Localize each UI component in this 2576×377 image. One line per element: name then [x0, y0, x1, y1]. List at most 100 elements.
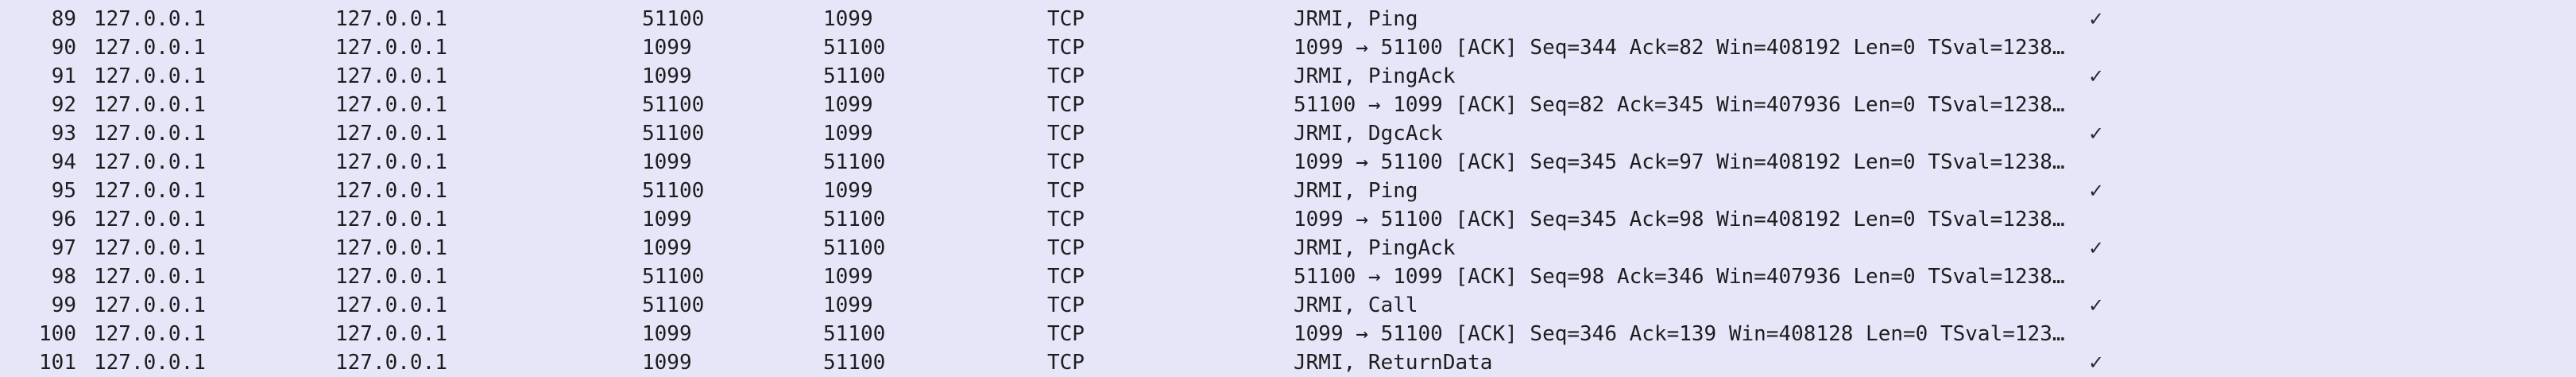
packet-number: 98 [51, 265, 76, 289]
packet-destination-port: 51100 [823, 36, 886, 60]
packet-row[interactable]: 93 127.0.0.1 127.0.0.1 51100 1099 TCP JRMI, Dg… [0, 119, 2576, 148]
packet-number: 101 [39, 351, 76, 375]
check-icon: ✓ [2088, 122, 2104, 145]
packet-info: JRMI, Ping [1294, 7, 1418, 31]
packet-source-port: 1099 [642, 236, 692, 260]
packet-number: 100 [39, 322, 76, 346]
packet-source: 127.0.0.1 [94, 122, 206, 146]
packet-protocol: TCP [1047, 293, 1085, 317]
packet-destination-port: 1099 [823, 179, 873, 203]
packet-destination: 127.0.0.1 [335, 351, 447, 375]
packet-number: 89 [51, 7, 76, 31]
packet-destination-port: 51100 [823, 322, 886, 346]
packet-destination: 127.0.0.1 [335, 122, 447, 146]
packet-source: 127.0.0.1 [94, 36, 206, 60]
packet-info: 51100 → 1099 [ACK] Seq=82 Ack=345 Win=40… [1294, 93, 2065, 117]
packet-protocol: TCP [1047, 36, 1085, 60]
packet-destination: 127.0.0.1 [335, 265, 447, 289]
check-icon: ✓ [2088, 65, 2104, 87]
packet-number: 99 [51, 293, 76, 317]
packet-row[interactable]: 96 127.0.0.1 127.0.0.1 1099 51100 TCP 1099 → 5… [0, 205, 2576, 234]
packet-destination-port: 51100 [823, 64, 886, 88]
packet-destination: 127.0.0.1 [335, 236, 447, 260]
packet-protocol: TCP [1047, 7, 1085, 31]
packet-list: 89 127.0.0.1 127.0.0.1 51100 1099 TCP JRMI, Pi… [0, 0, 2576, 375]
packet-info: 1099 → 51100 [ACK] Seq=344 Ack=82 Win=40… [1294, 36, 2065, 60]
packet-protocol: TCP [1047, 93, 1085, 117]
check-icon [2088, 262, 2104, 291]
packet-source: 127.0.0.1 [94, 179, 206, 203]
packet-destination-port: 51100 [823, 208, 886, 231]
packet-source-port: 51100 [642, 7, 705, 31]
packet-protocol: TCP [1047, 208, 1085, 231]
packet-number: 93 [51, 122, 76, 146]
packet-row[interactable]: 90 127.0.0.1 127.0.0.1 1099 51100 TCP 1099 → 5… [0, 33, 2576, 62]
packet-source-port: 51100 [642, 179, 705, 203]
packet-number: 92 [51, 93, 76, 117]
packet-number: 96 [51, 208, 76, 231]
packet-source: 127.0.0.1 [94, 236, 206, 260]
check-icon: ✓ [2088, 180, 2104, 202]
packet-source: 127.0.0.1 [94, 93, 206, 117]
packet-source: 127.0.0.1 [94, 322, 206, 346]
packet-row[interactable]: 97 127.0.0.1 127.0.0.1 1099 51100 TCP JRMI, Pi… [0, 234, 2576, 262]
packet-destination-port: 1099 [823, 7, 873, 31]
packet-destination: 127.0.0.1 [335, 179, 447, 203]
packet-info: JRMI, Ping [1294, 179, 1418, 203]
packet-protocol: TCP [1047, 351, 1085, 375]
packet-row[interactable]: 98 127.0.0.1 127.0.0.1 51100 1099 TCP 51100 → … [0, 262, 2576, 291]
packet-source: 127.0.0.1 [94, 293, 206, 317]
packet-source-port: 51100 [642, 293, 705, 317]
packet-protocol: TCP [1047, 265, 1085, 289]
packet-destination: 127.0.0.1 [335, 293, 447, 317]
packet-protocol: TCP [1047, 150, 1085, 174]
packet-info: 1099 → 51100 [ACK] Seq=345 Ack=97 Win=40… [1294, 150, 2065, 174]
packet-source-port: 51100 [642, 265, 705, 289]
packet-source-port: 1099 [642, 150, 692, 174]
packet-source: 127.0.0.1 [94, 351, 206, 375]
packet-source-port: 1099 [642, 36, 692, 60]
packet-destination: 127.0.0.1 [335, 93, 447, 117]
packet-info: JRMI, PingAck [1294, 64, 1456, 88]
check-icon [2088, 91, 2104, 119]
packet-source-port: 1099 [642, 351, 692, 375]
packet-destination: 127.0.0.1 [335, 64, 447, 88]
check-icon [2088, 205, 2104, 234]
packet-destination: 127.0.0.1 [335, 322, 447, 346]
check-icon [2088, 33, 2104, 62]
packet-info: 1099 → 51100 [ACK] Seq=345 Ack=98 Win=40… [1294, 208, 2065, 231]
check-icon [2088, 148, 2104, 177]
check-icon: ✓ [2088, 237, 2104, 259]
packet-source: 127.0.0.1 [94, 7, 206, 31]
packet-info: JRMI, ReturnData [1294, 351, 1493, 375]
check-icon: ✓ [2088, 352, 2104, 374]
packet-destination-port: 51100 [823, 150, 886, 174]
packet-row[interactable]: 92 127.0.0.1 127.0.0.1 51100 1099 TCP 51100 → … [0, 91, 2576, 119]
packet-source: 127.0.0.1 [94, 265, 206, 289]
packet-destination-port: 1099 [823, 93, 873, 117]
packet-protocol: TCP [1047, 322, 1085, 346]
packet-row[interactable]: 94 127.0.0.1 127.0.0.1 1099 51100 TCP 1099 → 5… [0, 148, 2576, 177]
packet-info: JRMI, DgcAck [1294, 122, 1443, 146]
packet-source: 127.0.0.1 [94, 64, 206, 88]
packet-number: 97 [51, 236, 76, 260]
packet-info: 51100 → 1099 [ACK] Seq=98 Ack=346 Win=40… [1294, 265, 2065, 289]
packet-destination-port: 51100 [823, 351, 886, 375]
packet-row[interactable]: 101 127.0.0.1 127.0.0.1 1099 51100 TCP JRMI, R… [0, 348, 2576, 377]
packet-destination-port: 1099 [823, 293, 873, 317]
packet-source-port: 1099 [642, 322, 692, 346]
packet-source-port: 1099 [642, 64, 692, 88]
packet-protocol: TCP [1047, 64, 1085, 88]
packet-row[interactable]: 89 127.0.0.1 127.0.0.1 51100 1099 TCP JRMI, Pi… [0, 5, 2576, 33]
packet-destination: 127.0.0.1 [335, 150, 447, 174]
packet-number: 91 [51, 64, 76, 88]
packet-row[interactable]: 100 127.0.0.1 127.0.0.1 1099 51100 TCP 1099 → … [0, 320, 2576, 348]
packet-row[interactable]: 91 127.0.0.1 127.0.0.1 1099 51100 TCP JRMI, Pi… [0, 62, 2576, 91]
packet-info: JRMI, PingAck [1294, 236, 1456, 260]
packet-row[interactable]: 95 127.0.0.1 127.0.0.1 51100 1099 TCP JRMI, Pi… [0, 177, 2576, 205]
packet-destination: 127.0.0.1 [335, 208, 447, 231]
packet-protocol: TCP [1047, 236, 1085, 260]
packet-row[interactable]: 99 127.0.0.1 127.0.0.1 51100 1099 TCP JRMI, Ca… [0, 291, 2576, 320]
packet-info: JRMI, Call [1294, 293, 1418, 317]
packet-number: 90 [51, 36, 76, 60]
